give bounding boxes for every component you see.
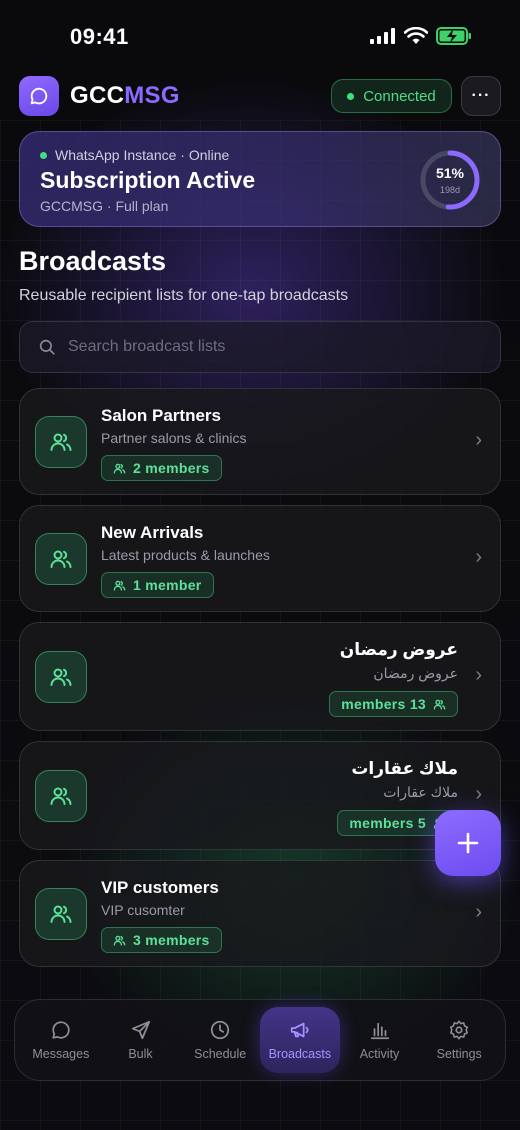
brand-name: GCCMSG [70,82,180,109]
page-title: Broadcasts [19,246,167,276]
nav-item-bulk[interactable]: Bulk [101,1007,181,1073]
chevron-right-icon: › [475,546,482,568]
chevron-right-icon: › [475,429,482,451]
clock-icon [211,1020,230,1040]
member-count-badge: 1 member [101,572,214,598]
chat-bubble-icon [30,87,48,105]
list-name: Salon Partners [101,406,221,425]
list-description: Partner salons & clinics [101,430,247,446]
broadcast-list-card[interactable]: عروض رمضان عروض رمضان members 13 › [19,622,501,731]
search-icon [39,339,55,355]
group-icon [35,533,87,585]
nav-item-activity[interactable]: Activity [340,1007,420,1073]
member-count-badge: members 13 [329,691,458,717]
plus-icon [457,832,479,854]
list-name: VIP customers [101,878,219,897]
list-description: Latest products & launches [101,547,270,563]
wifi-icon [404,27,428,44]
group-icon [35,770,87,822]
users-icon [113,580,126,590]
list-description: VIP cusomter [101,902,185,918]
add-broadcast-list-button[interactable] [435,810,501,876]
broadcast-list-card[interactable]: ملاك عقارات ملاك عقارات members 5 › [19,741,501,850]
bar-chart-icon [370,1022,389,1040]
nav-item-settings[interactable]: Settings [419,1007,499,1073]
chevron-right-icon: › [475,783,482,805]
app-logo [19,76,59,116]
bottom-navigation: Messages Bulk Schedule Broadcasts Activi… [14,999,506,1081]
list-description: ملاك عقارات [383,784,458,800]
list-description: عروض رمضان [373,665,458,681]
subscription-card[interactable]: WhatsApp Instance · Online Subscription … [19,131,501,227]
broadcast-list-card[interactable]: Salon Partners Partner salons & clinics … [19,388,501,495]
instance-status: WhatsApp Instance · Online [40,147,229,163]
connection-status-badge[interactable]: Connected [331,79,452,113]
nav-item-schedule[interactable]: Schedule [180,1007,260,1073]
chevron-right-icon: › [475,664,482,686]
search-bar[interactable] [19,321,501,373]
more-options-button[interactable]: ··· [461,76,501,116]
gear-icon [450,1020,469,1040]
group-icon [35,416,87,468]
send-icon [131,1020,150,1040]
nav-item-broadcasts[interactable]: Broadcasts [260,1007,340,1073]
chat-bubble-icon [52,1021,70,1039]
users-icon [433,699,446,709]
nav-item-messages[interactable]: Messages [21,1007,101,1073]
list-name: New Arrivals [101,523,204,542]
users-icon [113,463,126,473]
connection-label: Connected [363,87,436,105]
signal-icon [370,28,395,44]
status-icons [370,27,472,45]
online-dot [347,92,355,100]
group-icon [35,651,87,703]
search-input[interactable] [68,338,468,356]
list-name: ملاك عقارات [351,759,458,778]
users-icon [113,935,126,945]
chevron-right-icon: › [475,901,482,923]
member-count-badge: 2 members [101,455,222,481]
online-dot [40,151,47,159]
megaphone-icon [290,1022,309,1038]
progress-percent: 51% [435,165,465,181]
page-subtitle: Reusable recipient lists for one-tap bro… [19,287,349,304]
member-count-badge: 3 members [101,927,222,953]
broadcast-list-card[interactable]: VIP customers VIP cusomter 3 members › [19,860,501,967]
battery-charging-icon [436,27,471,45]
days-remaining: 198d [439,185,461,195]
status-time: 09:41 [70,24,129,49]
broadcast-list-card[interactable]: New Arrivals Latest products & launches … [19,505,501,612]
list-name: عروض رمضان [339,640,458,659]
subscription-title: Subscription Active [40,167,256,193]
subscription-plan: GCCMSG · Full plan [40,198,169,214]
group-icon [35,888,87,940]
